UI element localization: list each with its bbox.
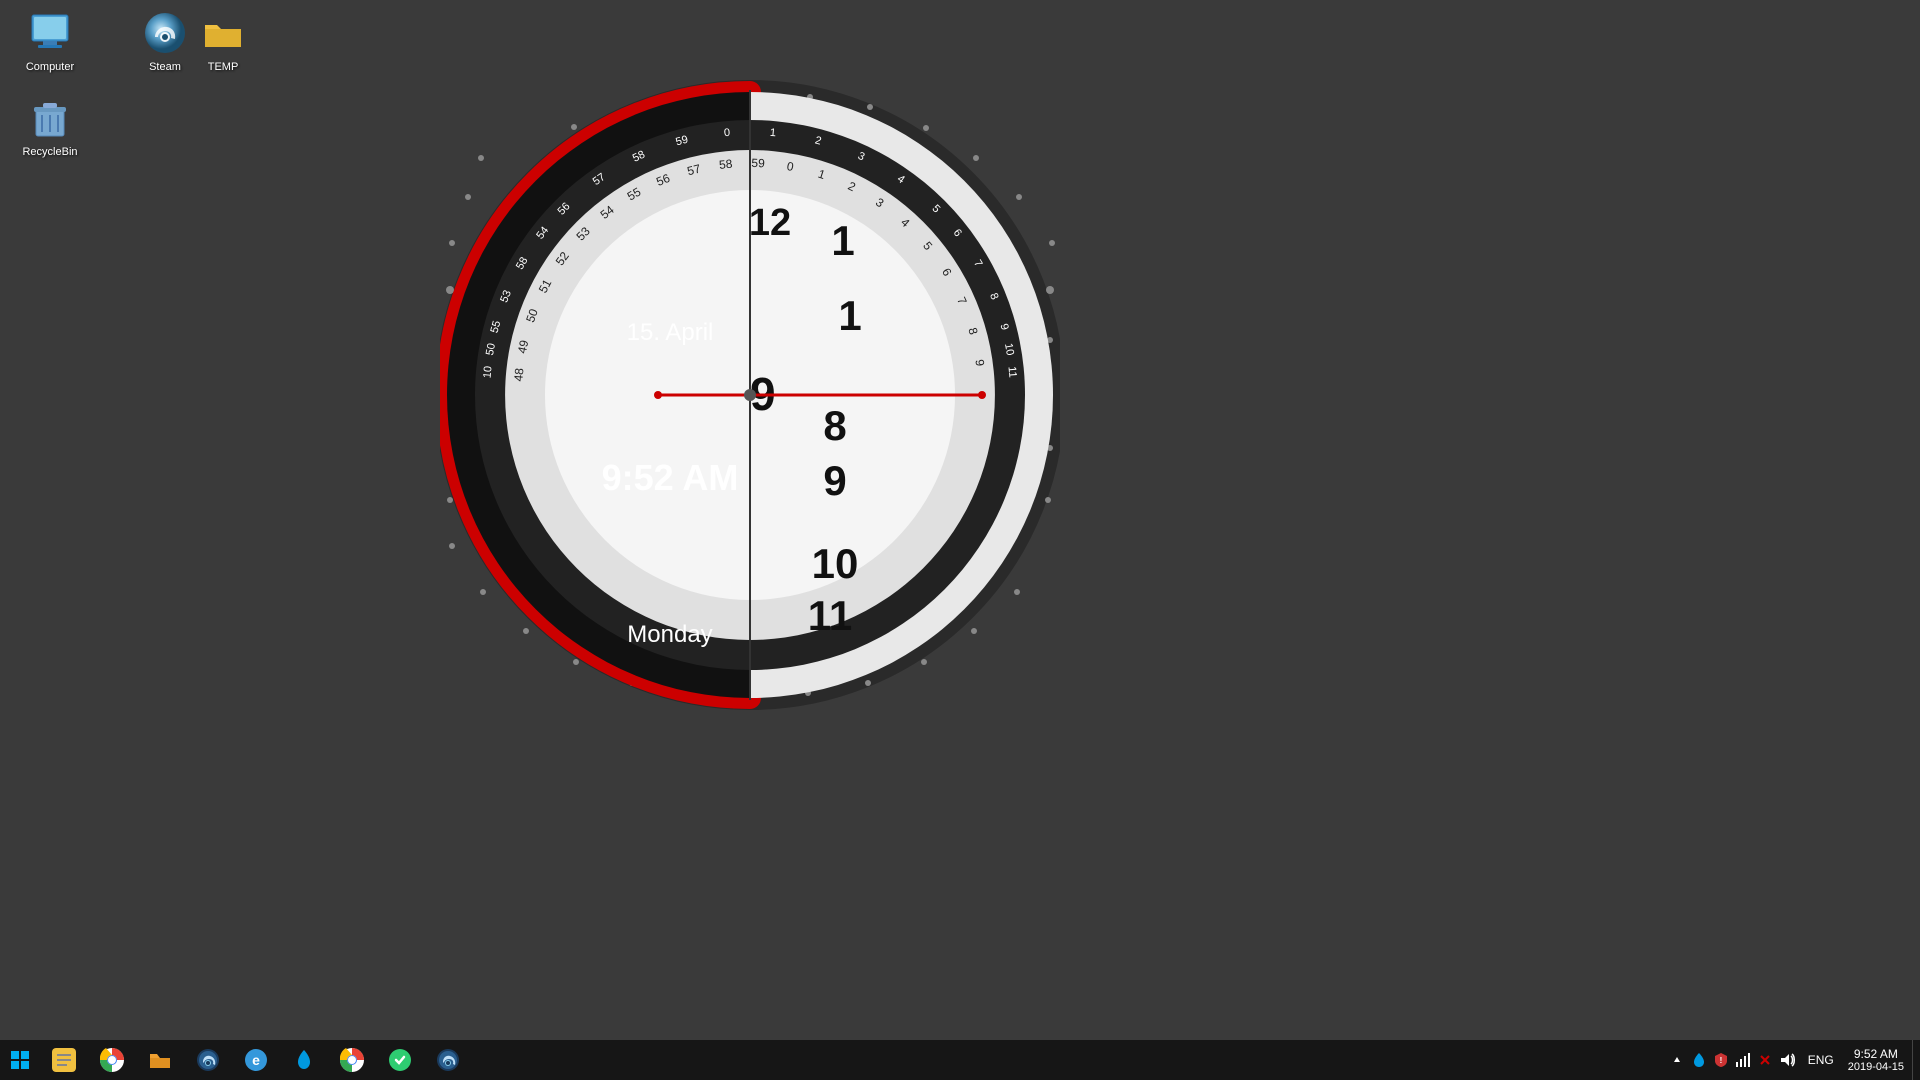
taskbar-steam-button[interactable] bbox=[184, 1040, 232, 1080]
desktop-icon-recyclebin[interactable]: RecycleBin bbox=[10, 90, 90, 162]
taskbar-date: 2019-04-15 bbox=[1848, 1061, 1904, 1074]
svg-text:Monday: Monday bbox=[627, 621, 712, 648]
show-desktop-button[interactable] bbox=[1912, 1040, 1920, 1080]
svg-text:12: 12 bbox=[749, 202, 791, 244]
svg-text:e: e bbox=[252, 1052, 260, 1068]
start-button[interactable] bbox=[0, 1040, 40, 1080]
taskbar-pinned-icons: e bbox=[40, 1040, 472, 1080]
steam-desktop-icon-label: Steam bbox=[149, 61, 181, 73]
temp-folder-icon bbox=[199, 9, 247, 57]
notification-icons: ! bbox=[1662, 1051, 1802, 1069]
computer-icon bbox=[26, 9, 74, 57]
svg-text:9: 9 bbox=[823, 457, 846, 504]
taskbar-chrome-button[interactable] bbox=[88, 1040, 136, 1080]
antivirus-tray-icon[interactable]: ! bbox=[1712, 1051, 1730, 1069]
dropbox-tray-icon[interactable] bbox=[1690, 1051, 1708, 1069]
taskbar-steam2-button[interactable] bbox=[424, 1040, 472, 1080]
svg-text:1: 1 bbox=[769, 127, 776, 139]
svg-text:10: 10 bbox=[481, 365, 494, 378]
taskbar-keepass-button[interactable] bbox=[376, 1040, 424, 1080]
svg-text:11: 11 bbox=[1006, 366, 1019, 378]
taskbar-dropbox-button[interactable] bbox=[280, 1040, 328, 1080]
desktop: Computer RecycleBin bbox=[0, 0, 1920, 1040]
steam-desktop-icon bbox=[141, 9, 189, 57]
taskbar-system-tray: ! bbox=[1662, 1040, 1920, 1080]
volume-tray-icon[interactable] bbox=[1778, 1051, 1796, 1069]
svg-text:1: 1 bbox=[831, 217, 854, 264]
svg-text:58: 58 bbox=[718, 157, 733, 172]
temp-folder-icon-label: TEMP bbox=[208, 61, 239, 73]
taskbar-notes-button[interactable] bbox=[40, 1040, 88, 1080]
taskbar: e bbox=[0, 1040, 1920, 1080]
svg-text:15. April: 15. April bbox=[627, 319, 714, 346]
svg-text:48: 48 bbox=[511, 367, 526, 382]
svg-text:10: 10 bbox=[812, 540, 859, 587]
taskbar-edge-button[interactable]: e bbox=[232, 1040, 280, 1080]
svg-text:1: 1 bbox=[838, 292, 861, 339]
svg-text:11: 11 bbox=[808, 592, 852, 639]
svg-text:9:52 AM: 9:52 AM bbox=[602, 457, 739, 498]
svg-text:!: ! bbox=[1719, 1056, 1722, 1065]
desktop-icon-temp[interactable]: TEMP bbox=[183, 5, 263, 77]
clock-widget: 10 50 55 53 58 54 56 57 58 59 0 1 2 3 4 … bbox=[440, 70, 1060, 720]
taskbar-chrome2-button[interactable] bbox=[328, 1040, 376, 1080]
network-tray-icon[interactable] bbox=[1734, 1051, 1752, 1069]
svg-text:50: 50 bbox=[484, 342, 498, 356]
taskbar-time: 9:52 AM bbox=[1854, 1047, 1898, 1061]
computer-icon-label: Computer bbox=[26, 61, 74, 73]
language-indicator[interactable]: ENG bbox=[1802, 1053, 1840, 1067]
svg-text:0: 0 bbox=[724, 127, 731, 139]
taskbar-explorer-button[interactable] bbox=[136, 1040, 184, 1080]
recyclebin-icon bbox=[26, 94, 74, 142]
svg-text:59: 59 bbox=[751, 156, 765, 170]
network-flag-icon[interactable] bbox=[1756, 1051, 1774, 1069]
recyclebin-icon-label: RecycleBin bbox=[22, 146, 77, 158]
svg-text:10: 10 bbox=[1002, 342, 1016, 356]
show-hidden-icons-button[interactable] bbox=[1668, 1051, 1686, 1069]
svg-text:8: 8 bbox=[823, 402, 846, 449]
taskbar-clock[interactable]: 9:52 AM 2019-04-15 bbox=[1840, 1040, 1912, 1080]
desktop-icon-computer[interactable]: Computer bbox=[10, 5, 90, 77]
